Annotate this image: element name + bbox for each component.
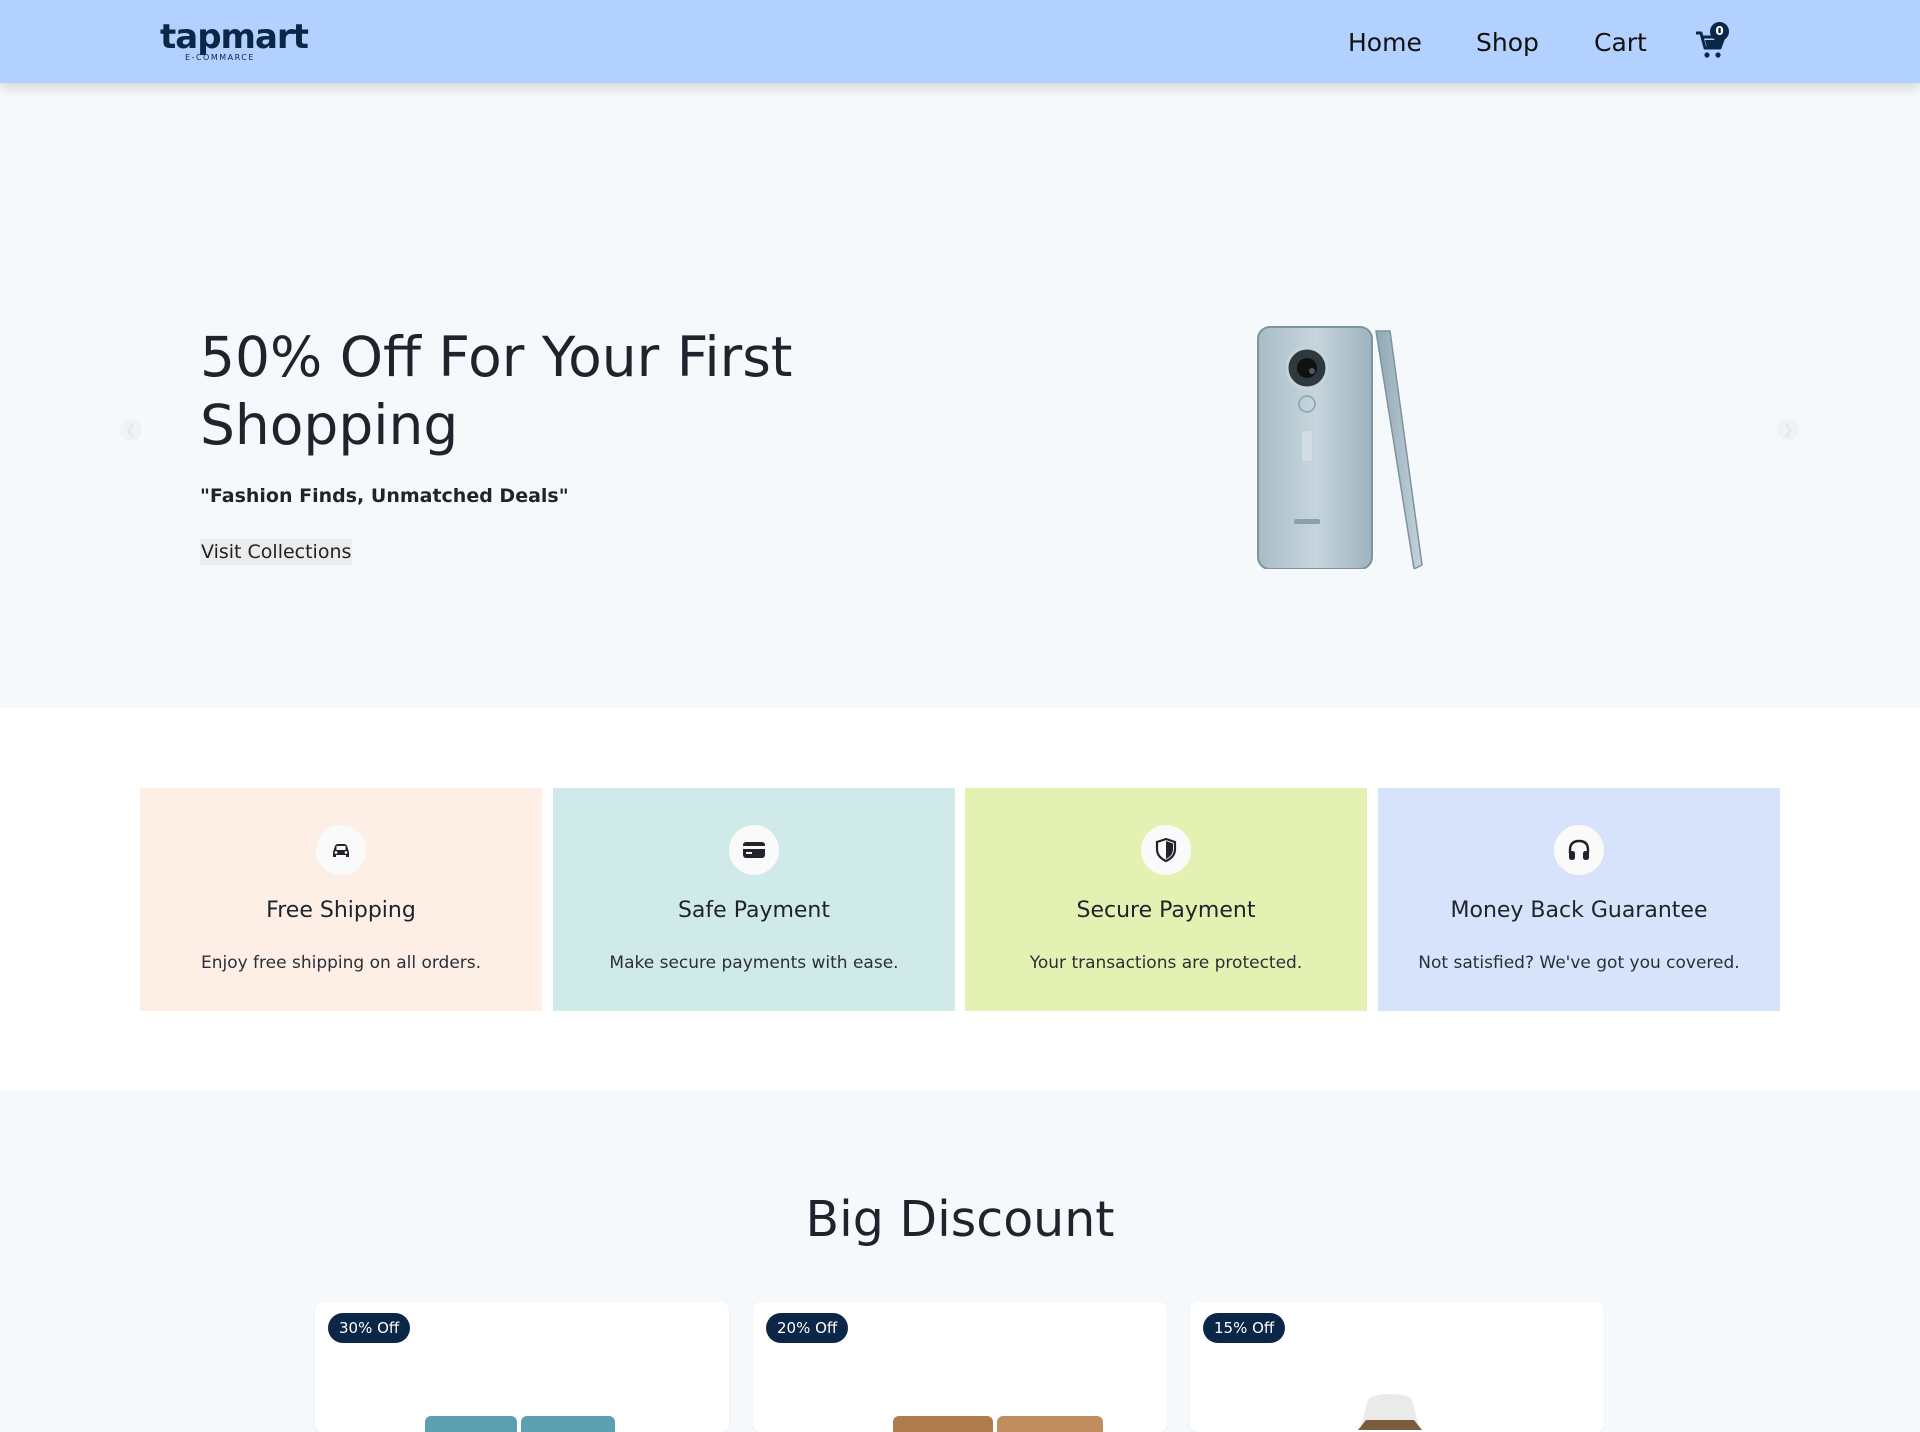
feature-title: Safe Payment [677, 898, 831, 923]
features-section: Free Shipping Enjoy free shipping on all… [0, 708, 1920, 1091]
product-card[interactable]: 15% Off [1190, 1302, 1604, 1432]
product-image [425, 1416, 615, 1432]
hero-tagline: "Fashion Finds, Unmatched Deals" [200, 485, 569, 507]
product-image [893, 1416, 1103, 1432]
credit-card-icon [729, 825, 779, 875]
feature-card-free-shipping: Free Shipping Enjoy free shipping on all… [140, 788, 542, 1011]
discount-badge: 30% Off [328, 1313, 411, 1343]
feature-description: Your transactions are protected. [1029, 953, 1303, 973]
section-title: Big Discount [805, 1191, 1115, 1248]
nav-home-link[interactable]: Home [1348, 28, 1422, 57]
headphones-icon [1554, 825, 1604, 875]
feature-title: Money Back Guarantee [1450, 898, 1708, 923]
feature-description: Enjoy free shipping on all orders. [200, 953, 482, 973]
feature-card-safe-payment: Safe Payment Make secure payments with e… [553, 788, 955, 1011]
feature-title: Free Shipping [266, 898, 416, 923]
carousel-next-button[interactable]: ❯ [1777, 419, 1799, 441]
visit-collections-button[interactable]: Visit Collections [200, 539, 353, 565]
logo-wordmark: tapmart [160, 17, 309, 57]
product-image [1358, 1394, 1422, 1430]
shield-icon [1141, 825, 1191, 875]
feature-description: Make secure payments with ease. [609, 953, 899, 973]
hero-carousel: ❮ 50% Off For Your First Shopping "Fashi… [0, 83, 1920, 708]
logo-subtitle: E-COMMARCE [185, 53, 255, 62]
hero-product-image [1257, 326, 1423, 569]
discount-badge: 15% Off [1203, 1313, 1286, 1343]
logo[interactable]: tapmart E-COMMARCE [160, 17, 309, 65]
car-icon [316, 825, 366, 875]
carousel-prev-button[interactable]: ❮ [120, 419, 142, 441]
nav-shop-link[interactable]: Shop [1476, 28, 1539, 57]
cart-count-badge: 0 [1710, 22, 1729, 41]
feature-description: Not satisfied? We've got you covered. [1418, 953, 1740, 973]
chevron-right-icon: ❯ [1782, 422, 1794, 438]
navbar: tapmart E-COMMARCE Home Shop Cart 0 [0, 0, 1920, 83]
hero-title: 50% Off For Your First Shopping [200, 325, 793, 457]
nav-cart-link[interactable]: Cart [1594, 28, 1647, 57]
chevron-left-icon: ❮ [125, 422, 137, 438]
product-card[interactable]: 30% Off [315, 1302, 729, 1432]
product-card[interactable]: 20% Off [753, 1302, 1167, 1432]
discount-badge: 20% Off [766, 1313, 849, 1343]
feature-title: Secure Payment [1076, 898, 1256, 923]
feature-card-money-back: Money Back Guarantee Not satisfied? We'v… [1378, 788, 1780, 1011]
feature-card-secure-payment: Secure Payment Your transactions are pro… [965, 788, 1367, 1011]
big-discount-section: Big Discount 30% Off 20% Off 15% Off [0, 1091, 1920, 1432]
